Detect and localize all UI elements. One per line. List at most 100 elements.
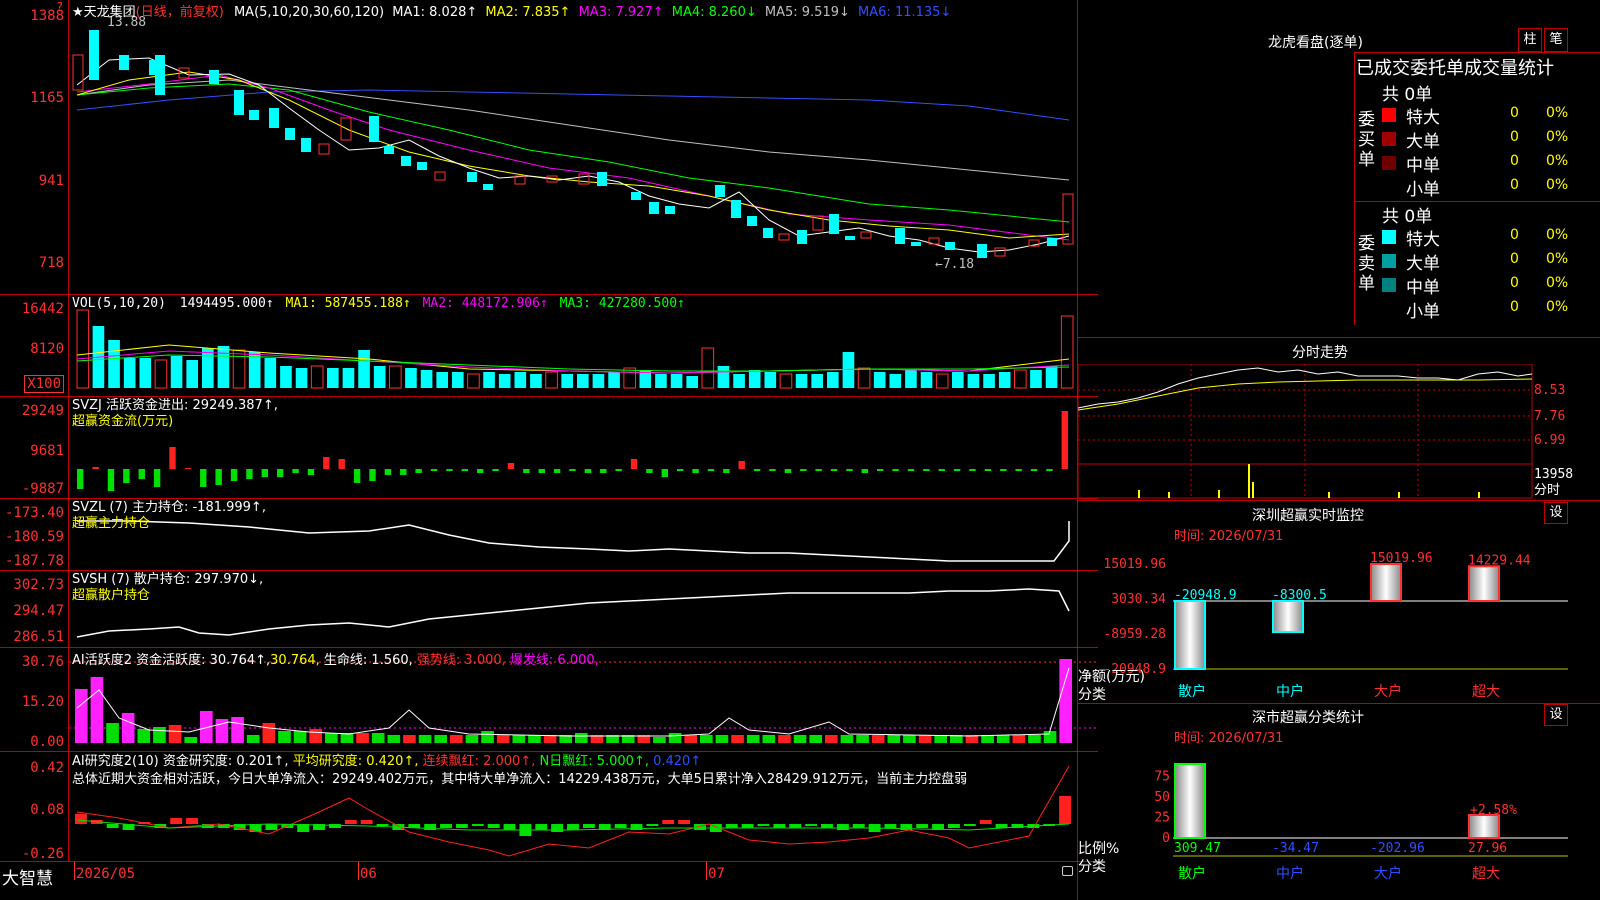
sz-monitor-chart: 15019.96 3030.34 -8959.28 -20948.9 -20948.9 散… — [1078, 544, 1600, 704]
svzj-bar — [800, 469, 807, 471]
kline-plot[interactable]: 13.88 ←7.18 — [69, 0, 1098, 294]
buy-total: 共 0单 — [1382, 85, 1433, 105]
volume-bar — [577, 374, 589, 388]
ai-research-bar — [852, 824, 865, 828]
sz-stats-category-label: 大户 — [1374, 865, 1402, 882]
svzj-bar — [1046, 469, 1053, 471]
ai-research-bar — [106, 824, 119, 828]
kline-pane[interactable]: 1388 1165 941 718 ? ★天龙集团(日线，前复权) MA(5,1… — [0, 0, 1098, 295]
ai-active-bar — [1043, 731, 1057, 743]
volume-bar — [920, 372, 933, 388]
ai-active-bar — [778, 735, 791, 743]
svzj-bar — [1000, 469, 1007, 471]
ai-active-bar — [1028, 735, 1041, 743]
sell-row: 小单 0 0% — [1378, 297, 1600, 322]
sz-stats-settings-button[interactable]: 设 — [1544, 704, 1568, 726]
buy-rows: 特大 0 0% 大单 0 0% 中单 0 0% 小单 0 0% — [1378, 103, 1600, 200]
legend-swatch — [1382, 156, 1396, 170]
research-summary: 总体近期大资金相对活跃，今日大单净流入：29249.402万元，其中特大单净流入… — [72, 772, 968, 787]
svzl-y-label: -187.78 — [4, 553, 64, 569]
volume-title: VOL(5,10,20) — [72, 296, 166, 311]
ai-active-bar — [512, 735, 526, 743]
ai-research-bar — [455, 824, 468, 828]
question-icon[interactable]: ? — [56, 0, 63, 14]
volume-bar — [857, 367, 871, 389]
intraday-chart[interactable]: 8.53 7.76 6.99 13958 分时 — [1078, 364, 1600, 500]
ai-research-bar — [646, 824, 659, 826]
row-count: 0 — [1510, 153, 1519, 169]
ai-research-y-label: -0.26 — [21, 846, 64, 862]
svzj-bar — [984, 469, 992, 471]
legend-swatch — [1382, 278, 1396, 292]
kline-y-label: 718 — [38, 255, 64, 271]
volume-bar — [123, 358, 136, 388]
svzj-bar — [492, 469, 499, 471]
volume-bar — [405, 368, 417, 388]
toggle-bar-button[interactable]: 柱 — [1518, 28, 1542, 52]
volume-bar — [655, 374, 667, 388]
volume-bar — [967, 374, 980, 388]
ai-research-bar — [789, 824, 802, 828]
svzj-bar — [907, 469, 915, 471]
row-label: 中单 — [1406, 156, 1440, 176]
svzj-y-label: 29249 — [21, 403, 64, 419]
kline-y-axis: 1388 1165 941 718 ? — [0, 0, 69, 294]
toggle-stroke-button[interactable]: 笔 — [1544, 28, 1568, 52]
sz-monitor-settings-button[interactable]: 设 — [1544, 502, 1568, 524]
row-pct: 0% — [1546, 299, 1569, 315]
ai-active-bar — [762, 735, 776, 743]
volume-bar — [983, 374, 995, 388]
ai-research-bar — [757, 824, 770, 826]
stats-bottom-border — [1078, 337, 1600, 338]
stock-name[interactable]: ★天龙集团 — [72, 5, 136, 20]
svzj-bar — [184, 468, 192, 469]
volume-bar — [952, 372, 964, 388]
svsh-y-axis: 302.73 294.47 286.51 — [0, 571, 69, 647]
legend-swatch — [1382, 132, 1396, 146]
volume-bar — [310, 365, 324, 389]
sz-monitor-category-label: 中户 — [1276, 683, 1304, 700]
sz-stats-value-label: 309.47 — [1174, 841, 1221, 856]
ai-research-bar — [1059, 796, 1071, 824]
intraday-y-label: 13958 — [1534, 467, 1573, 482]
volume-bar — [389, 365, 402, 389]
svzl-pane[interactable]: -173.40 -180.59 -187.78 SVZL (7) 主力持仓: -… — [0, 499, 1098, 571]
volume-pane[interactable]: 16442 8120 X100 VOL(5,10,20) 1494495.000… — [0, 295, 1098, 397]
sz-monitor-y-label: 3030.34 — [1111, 592, 1166, 607]
ai-research-bar — [979, 820, 992, 824]
ai-active-bar — [434, 735, 447, 743]
svsh-header: SVSH (7) 散户持仓: 297.970↓, 超赢散户持仓 — [72, 572, 263, 604]
svzj-bar — [446, 469, 453, 471]
lock-icon[interactable] — [1062, 866, 1073, 876]
svzj-bar — [569, 469, 576, 471]
svzl-y-label: -180.59 — [4, 529, 64, 545]
volume-bar — [217, 346, 230, 388]
volume-bar — [232, 349, 246, 389]
volume-bar — [202, 348, 214, 388]
ai-active-pane[interactable]: 30.76 15.20 0.00 AI活跃度2 资金活跃度: 30.764↑,3… — [0, 648, 1098, 752]
sz-monitor-bar — [1272, 600, 1304, 634]
ai-active-bar — [262, 723, 276, 743]
buy-row: 大单 0 0% — [1378, 127, 1600, 152]
ai-research-bar — [582, 824, 595, 828]
sz-stats-y-label: 25 — [1154, 810, 1170, 825]
ai-research-bar — [773, 824, 786, 828]
ai-active-bar — [450, 735, 463, 743]
svzj-pane[interactable]: 29249 9681 -9887 SVZJ 活跃资金进出: 29249.387↑… — [0, 397, 1098, 499]
ai-active-bar — [668, 733, 682, 743]
volume-bar — [154, 359, 168, 389]
ai-active-bar — [653, 737, 666, 743]
ai-research-bar — [503, 824, 516, 830]
ma-value: MA2: 7.835↑ — [485, 5, 571, 20]
svsh-pane[interactable]: 302.73 294.47 286.51 SVSH (7) 散户持仓: 297.… — [0, 571, 1098, 648]
svzj-bar — [877, 469, 884, 471]
ai-research-bar — [836, 824, 849, 830]
lifeline-value: 生命线: 1.560, — [319, 653, 413, 668]
sz-monitor-bar — [1468, 565, 1500, 603]
volume-bar — [1045, 366, 1058, 388]
ai-research-bar — [963, 824, 976, 826]
svzj-bar — [861, 469, 868, 473]
svzj-bar — [815, 469, 822, 471]
ai-active-bar — [481, 731, 494, 743]
ai-research-pane[interactable]: 0.42 0.08 -0.26 AI研究度2(10) 资金研究度: 0.201↑… — [0, 752, 1098, 862]
